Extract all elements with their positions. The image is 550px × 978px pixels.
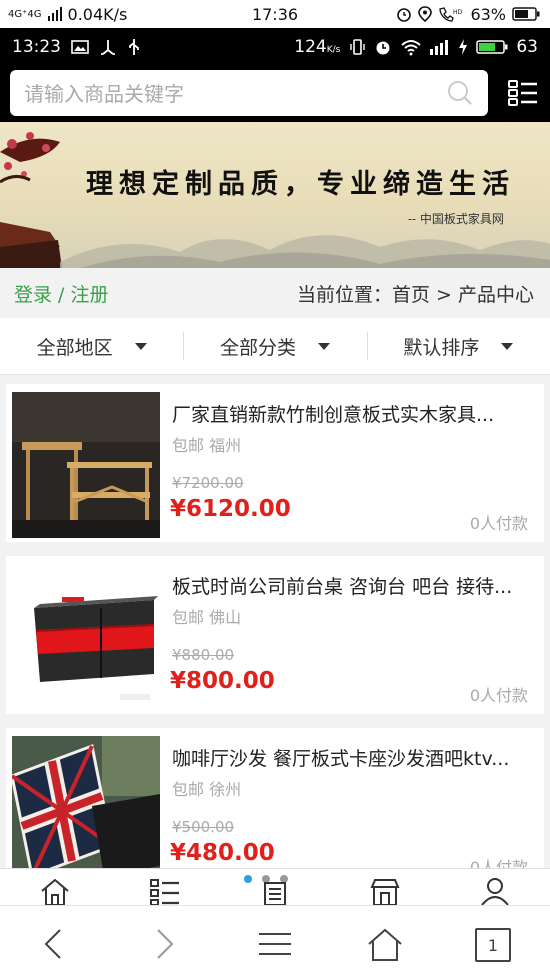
vibrate-icon (350, 39, 366, 55)
product-sold-count: 0人付款 (469, 514, 528, 533)
banner-source: -- 中国板式家具网 (408, 212, 504, 226)
usb-icon (129, 39, 139, 55)
caret-down-icon (318, 342, 330, 350)
image-icon (71, 40, 89, 54)
svg-text:HD: HD (453, 9, 463, 16)
store-icon[interactable] (369, 877, 401, 905)
product-original-price: ¥500.00 (172, 818, 235, 836)
home-icon[interactable] (39, 877, 71, 905)
product-price: ¥480.00 (170, 840, 275, 866)
menu-icon[interactable] (255, 926, 295, 962)
home-icon[interactable] (365, 926, 405, 962)
filter-sort[interactable]: 默认排序 (366, 318, 550, 374)
reception-desk-photo (12, 564, 160, 710)
bamboo-furniture-photo (12, 392, 160, 538)
page-dot-active (244, 875, 252, 883)
location-icon (418, 6, 433, 22)
caret-down-icon (134, 342, 147, 350)
alarm-icon (397, 8, 412, 22)
filter-category[interactable]: 全部分类 (183, 318, 366, 374)
caret-down-icon (501, 342, 514, 350)
bottom-tab-bar (0, 868, 550, 905)
hd-call-icon: HD (439, 7, 463, 22)
breadcrumb-row: 登录 / 注册 当前位置：首页 > 产品中心 (0, 268, 550, 316)
filter-sort-label: 默认排序 (403, 336, 480, 359)
list-menu-icon[interactable] (508, 78, 538, 108)
banner-slogan: 理想定制品质，专业缔造生活 (86, 169, 515, 200)
product-title[interactable]: 板式时尚公司前台桌 咨询台 吧台 接待... (172, 572, 532, 599)
app-clock: 13:23 (12, 37, 61, 57)
usb-debug-icon (101, 40, 115, 55)
user-icon[interactable] (479, 877, 511, 905)
browser-nav-bar: 1 (0, 905, 550, 978)
product-image[interactable] (12, 736, 160, 882)
union-jack-sofa-photo (12, 736, 160, 882)
product-card[interactable]: 咖啡厅沙发 餐厅板式卡座沙发酒吧ktv... 包邮 徐州 ¥500.00 ¥48… (6, 728, 544, 886)
wifi-icon (401, 40, 422, 56)
filter-bar: 全部地区 全部分类 默认排序 (0, 318, 550, 375)
product-image[interactable] (12, 564, 160, 710)
filter-region[interactable]: 全部地区 (0, 318, 183, 374)
product-price: ¥6120.00 (170, 496, 291, 522)
search-box[interactable] (10, 70, 488, 118)
back-icon[interactable] (34, 926, 74, 962)
promo-banner[interactable]: 理想定制品质，专业缔造生活 -- 中国板式家具网 (0, 122, 550, 268)
search-input[interactable] (22, 70, 446, 118)
product-shipping: 包邮 福州 (172, 436, 242, 455)
breadcrumb: 当前位置：首页 > 产品中心 (297, 284, 534, 306)
product-card[interactable]: 板式时尚公司前台桌 咨询台 吧台 接待... 包邮 佛山 ¥880.00 ¥80… (6, 556, 544, 714)
search-icon[interactable] (446, 79, 474, 107)
news-icon[interactable] (259, 877, 291, 905)
forward-icon[interactable] (144, 926, 184, 962)
filter-category-label: 全部分类 (219, 336, 296, 359)
tabs-count: 1 (487, 935, 499, 955)
login-register-link[interactable]: 登录 / 注册 (14, 280, 108, 307)
category-icon[interactable] (149, 877, 181, 905)
battery-percent: 63% (470, 4, 506, 24)
product-price: ¥800.00 (170, 668, 275, 694)
charging-icon (459, 39, 468, 55)
battery-icon (512, 7, 540, 21)
product-title[interactable]: 厂家直销新款竹制创意板式实木家具... (172, 400, 532, 427)
4g-signal-icon (430, 40, 449, 55)
battery-level: 63 (516, 37, 538, 57)
alarm-icon (376, 41, 390, 55)
battery-icon (476, 40, 508, 54)
search-bar (0, 66, 550, 122)
product-original-price: ¥7200.00 (172, 474, 244, 492)
tabs-icon[interactable]: 1 (475, 928, 511, 962)
product-shipping: 包邮 佛山 (172, 608, 242, 627)
product-shipping: 包邮 徐州 (172, 780, 242, 799)
product-image[interactable] (12, 392, 160, 538)
filter-region-label: 全部地区 (36, 336, 113, 359)
product-card[interactable]: 厂家直销新款竹制创意板式实木家具... 包邮 福州 ¥7200.00 ¥6120… (6, 384, 544, 542)
app-status-bar: 13:23 124K/s 63 (0, 28, 550, 66)
product-sold-count: 0人付款 (469, 686, 528, 705)
product-title[interactable]: 咖啡厅沙发 餐厅板式卡座沙发酒吧ktv... (172, 744, 532, 771)
system-status-bar: 4G⁺4G 0.04K/s 17:36 HD 63% (0, 0, 550, 28)
product-original-price: ¥880.00 (172, 646, 235, 664)
net-speed: 124K/s (294, 37, 341, 57)
